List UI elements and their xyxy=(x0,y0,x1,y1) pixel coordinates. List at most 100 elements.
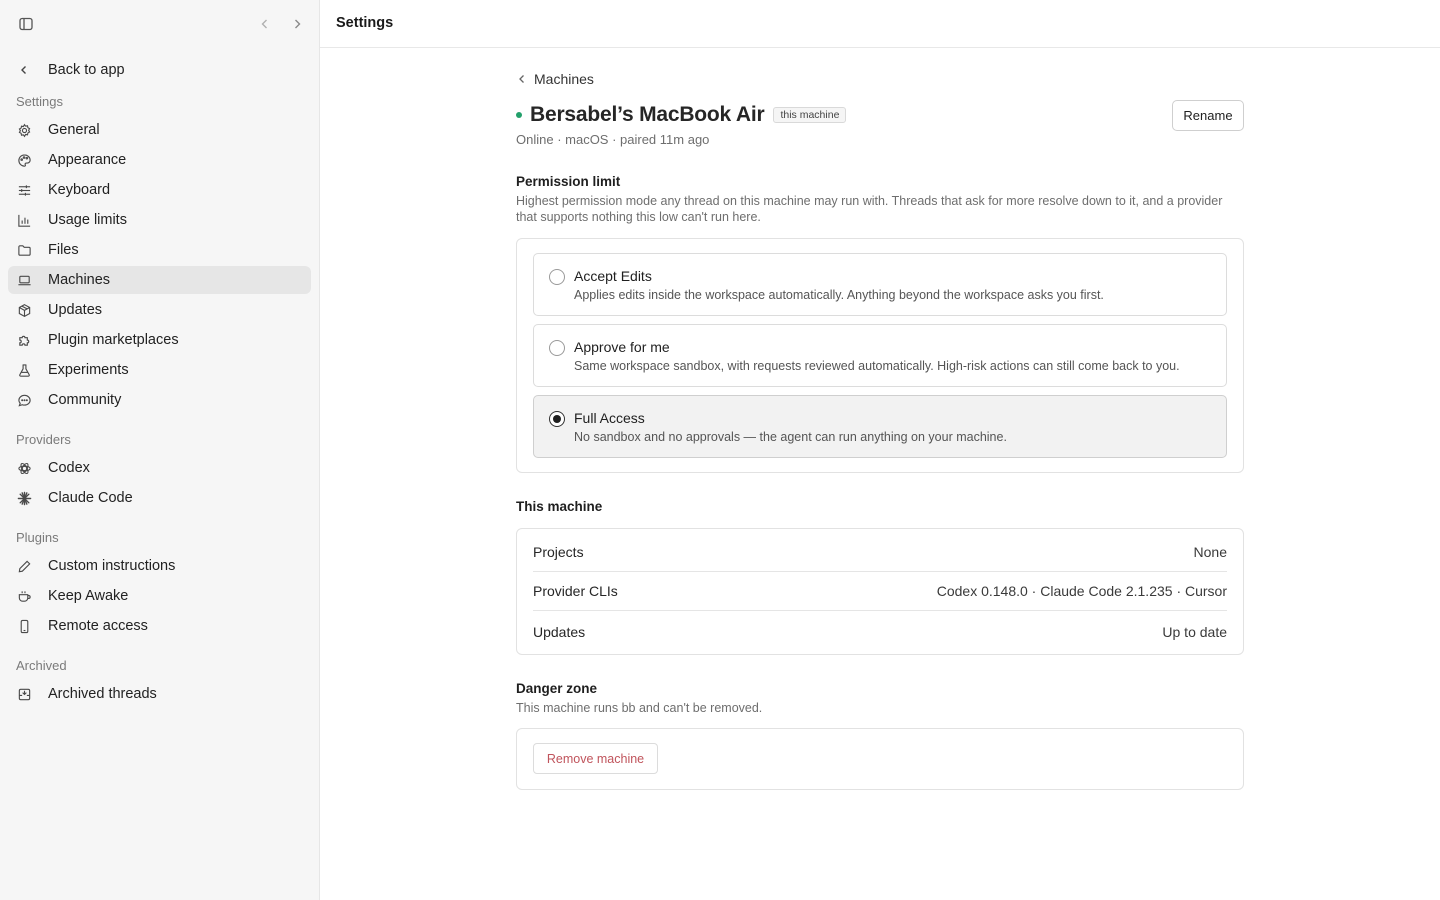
sidebar-top-bar xyxy=(0,0,320,48)
sidebar-item-updates[interactable]: Updates xyxy=(8,296,311,324)
permission-option-full-access[interactable]: Full Access No sandbox and no approvals … xyxy=(533,395,1227,458)
permission-limit-heading: Permission limit xyxy=(516,174,621,189)
sidebar-item-archived-threads[interactable]: Archived threads xyxy=(8,680,311,708)
back-to-app-link[interactable]: Back to app xyxy=(8,56,311,84)
online-status-dot xyxy=(516,112,522,118)
this-machine-badge: this machine xyxy=(773,107,847,123)
sidebar-item-experiments[interactable]: Experiments xyxy=(8,356,311,384)
breadcrumb[interactable]: Machines xyxy=(516,70,594,88)
archive-icon xyxy=(16,686,32,702)
top-bar: Settings xyxy=(320,0,1440,48)
puzzle-icon xyxy=(16,332,32,348)
phone-icon xyxy=(16,618,32,634)
sidebar-item-remote-access[interactable]: Remote access xyxy=(8,612,311,640)
this-machine-info: Projects None Provider CLIs Codex 0.148.… xyxy=(516,528,1244,655)
sidebar-item-keep-awake[interactable]: Keep Awake xyxy=(8,582,311,610)
sidebar-item-label: Usage limits xyxy=(48,212,127,228)
sidebar-item-label: General xyxy=(48,122,100,138)
sidebar-item-plugin-marketplaces[interactable]: Plugin marketplaces xyxy=(8,326,311,354)
permission-option-label: Approve for me xyxy=(574,339,670,355)
sidebar-item-label: Keyboard xyxy=(48,182,111,198)
permission-option-accept-edits[interactable]: Accept Edits Applies edits inside the wo… xyxy=(533,253,1227,316)
radio-accept-edits[interactable] xyxy=(549,269,565,285)
openai-icon xyxy=(16,460,32,476)
sidebar-item-general[interactable]: General xyxy=(8,116,311,144)
info-row-projects: Projects None xyxy=(533,533,1227,572)
info-value: None xyxy=(1193,544,1227,560)
permission-option-description: No sandbox and no approvals — the agent … xyxy=(574,430,1007,444)
sidebar-item-label: Appearance xyxy=(48,152,127,168)
flask-icon xyxy=(16,362,32,378)
settings-section-heading: Settings xyxy=(16,94,63,109)
permission-limit-description: Highest permission mode any thread on th… xyxy=(516,194,1223,224)
machine-status-line: Online · macOS · paired 11m ago xyxy=(516,132,710,147)
laptop-icon xyxy=(16,272,32,288)
sidebar-item-label: Custom instructions xyxy=(48,558,176,574)
radio-full-access[interactable] xyxy=(549,411,565,427)
sidebar-item-claude-code[interactable]: Claude Code xyxy=(8,484,311,512)
coffee-cup-icon xyxy=(16,588,32,604)
sidebar-item-label: Remote access xyxy=(48,618,148,634)
danger-zone-heading: Danger zone xyxy=(516,681,598,696)
bar-chart-icon xyxy=(16,212,32,228)
providers-section-heading: Providers xyxy=(16,432,71,447)
nav-forward-icon[interactable] xyxy=(285,12,309,36)
radio-approve-for-me[interactable] xyxy=(549,340,565,356)
chevron-left-icon xyxy=(16,62,32,78)
package-icon xyxy=(16,302,32,318)
breadcrumb-label: Machines xyxy=(534,71,594,87)
permission-option-label: Full Access xyxy=(574,410,645,426)
sidebar-item-label: Community xyxy=(48,392,122,408)
sidebar-item-label: Experiments xyxy=(48,362,129,378)
permission-option-label: Accept Edits xyxy=(574,268,652,284)
info-row-provider-clis: Provider CLIs Codex 0.148.0 · Claude Cod… xyxy=(533,572,1227,611)
sidebar-item-community[interactable]: Community xyxy=(8,386,311,414)
back-to-app-label: Back to app xyxy=(48,62,125,78)
sidebar-item-custom-instructions[interactable]: Custom instructions xyxy=(8,552,311,580)
chat-bubble-icon xyxy=(16,392,32,408)
sidebar-item-label: Claude Code xyxy=(48,490,133,506)
pencil-icon xyxy=(16,558,32,574)
permission-option-approve-for-me[interactable]: Approve for me Same workspace sandbox, w… xyxy=(533,324,1227,387)
nav-back-icon[interactable] xyxy=(253,12,277,36)
chevron-left-icon xyxy=(516,73,528,85)
info-label: Projects xyxy=(533,544,584,560)
sliders-icon xyxy=(16,182,32,198)
sidebar-item-codex[interactable]: Codex xyxy=(8,454,311,482)
sidebar-item-label: Updates xyxy=(48,302,103,318)
sidebar-item-machines[interactable]: Machines xyxy=(8,266,311,294)
sidebar-toggle-icon[interactable] xyxy=(14,12,38,36)
folder-icon xyxy=(16,242,32,258)
permission-options: Accept Edits Applies edits inside the wo… xyxy=(516,238,1244,473)
plugins-section-heading: Plugins xyxy=(16,530,59,545)
sidebar-item-keyboard[interactable]: Keyboard xyxy=(8,176,311,204)
palette-icon xyxy=(16,152,32,168)
sidebar: Back to app Settings General Appearance … xyxy=(0,0,320,900)
danger-zone-description: This machine runs bb and can't be remove… xyxy=(516,701,763,715)
info-row-updates: Updates Up to date xyxy=(533,612,1227,651)
info-value: Codex 0.148.0 · Claude Code 2.1.235 · Cu… xyxy=(936,583,1227,599)
info-label: Updates xyxy=(533,623,586,640)
remove-machine-button[interactable]: Remove machine xyxy=(533,743,658,774)
sidebar-item-label: Codex xyxy=(48,460,90,476)
sidebar-item-appearance[interactable]: Appearance xyxy=(8,146,311,174)
archived-section-heading: Archived xyxy=(16,658,67,673)
sidebar-item-usage-limits[interactable]: Usage limits xyxy=(8,206,311,234)
rename-button[interactable]: Rename xyxy=(1172,100,1244,131)
danger-zone-box: Remove machine xyxy=(516,728,1244,790)
claude-burst-icon xyxy=(16,490,32,506)
permission-option-description: Applies edits inside the workspace autom… xyxy=(574,288,1104,302)
info-value: Up to date xyxy=(1162,623,1227,640)
machine-title-row: Bersabel’s MacBook Air this machine xyxy=(516,102,847,128)
sidebar-item-label: Machines xyxy=(48,272,111,288)
info-label: Provider CLIs xyxy=(533,583,618,599)
sidebar-item-label: Files xyxy=(48,242,79,258)
sidebar-item-label: Plugin marketplaces xyxy=(48,332,179,348)
this-machine-heading: This machine xyxy=(516,499,603,514)
sidebar-item-label: Keep Awake xyxy=(48,588,129,604)
gear-icon xyxy=(16,122,32,138)
machine-name: Bersabel’s MacBook Air xyxy=(530,103,765,126)
page-title: Settings xyxy=(336,15,394,31)
sidebar-item-files[interactable]: Files xyxy=(8,236,311,264)
sidebar-item-label: Archived threads xyxy=(48,686,157,702)
